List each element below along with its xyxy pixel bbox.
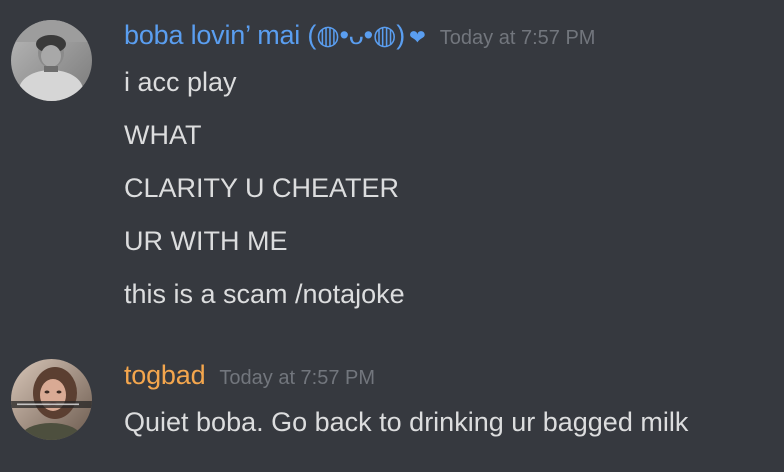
message-lines: i acc play WHAT CLARITY U CHEATER UR WIT…	[124, 62, 405, 327]
message-text: Quiet boba. Go back to drinking ur bagge…	[124, 407, 689, 437]
heart-badge: ❤	[409, 27, 426, 49]
message-text: this is a scam /notajoke	[124, 279, 405, 309]
username[interactable]: togbad	[124, 360, 206, 391]
timestamp[interactable]: Today at 7:57 PM	[440, 27, 596, 50]
message-text: i acc play	[124, 67, 237, 97]
message-text: WHAT	[124, 120, 202, 150]
message-text: UR WITH ME	[124, 226, 288, 256]
chat-messages: boba lovin’ mai (◍•ᴗ•◍) ❤ Today at 7:57 …	[0, 0, 784, 472]
message-group: togbad Today at 7:57 PM Quiet boba. Go b…	[0, 350, 784, 472]
avatar-image	[11, 20, 92, 101]
username[interactable]: boba lovin’ mai (◍•ᴗ•◍)	[124, 20, 405, 51]
avatar-image	[11, 359, 92, 440]
timestamp[interactable]: Today at 7:57 PM	[219, 367, 375, 390]
message-lines: Quiet boba. Go back to drinking ur bagge…	[124, 402, 688, 455]
message-group: boba lovin’ mai (◍•ᴗ•◍) ❤ Today at 7:57 …	[0, 0, 784, 330]
message-header: togbad Today at 7:57 PM	[124, 360, 375, 400]
avatar[interactable]	[11, 359, 92, 440]
avatar[interactable]	[11, 20, 92, 101]
message-text: CLARITY U CHEATER	[124, 173, 400, 203]
message-header: boba lovin’ mai (◍•ᴗ•◍) ❤ Today at 7:57 …	[124, 20, 595, 60]
